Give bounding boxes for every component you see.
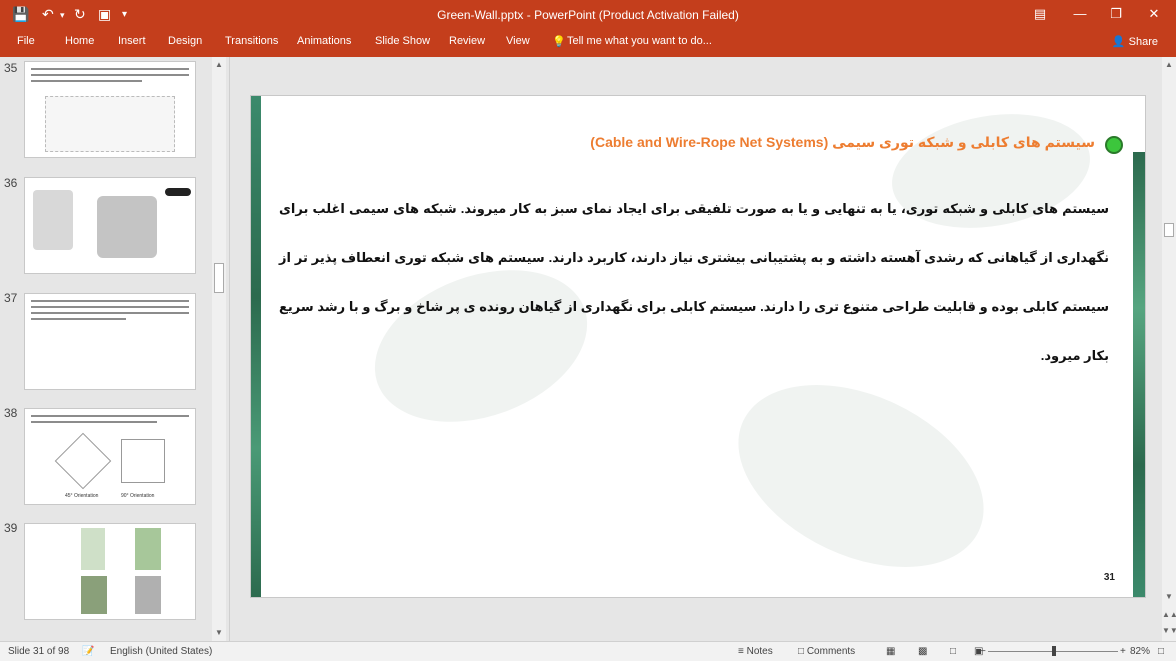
scroll-up-icon[interactable]: ▲: [1162, 59, 1176, 71]
maximize-icon[interactable]: ❐: [1106, 5, 1126, 23]
zoom-level[interactable]: 82%: [1130, 646, 1150, 657]
slide-editor[interactable]: سیستم های کابلی و شبکه توری سیمی (Cable …: [230, 57, 1162, 641]
scroll-down-icon[interactable]: ▼: [212, 627, 226, 639]
normal-view-icon[interactable]: ▦: [886, 646, 895, 657]
thumbnail-image: [135, 576, 161, 614]
thumbnail-number: 36: [4, 176, 18, 190]
thumbnail-image: [135, 528, 161, 570]
tab-insert[interactable]: Insert: [118, 35, 146, 47]
tab-view[interactable]: View: [506, 35, 530, 47]
thumbnail-number: 37: [4, 291, 18, 305]
fit-slide-icon[interactable]: □: [1158, 646, 1164, 657]
thumbnail-slide-38[interactable]: 45° Orientation 90° Orientation: [24, 408, 196, 505]
slide-number: 31: [1103, 572, 1115, 583]
tab-file[interactable]: File: [17, 35, 35, 47]
thumbnail-slide-37[interactable]: [24, 293, 196, 390]
comments-label: Comments: [806, 646, 856, 657]
notes-label: Notes: [746, 646, 773, 657]
scroll-up-icon[interactable]: ▲: [212, 59, 226, 71]
leaf-decoration-right: [1133, 152, 1145, 597]
editor-scrollbar[interactable]: ▲ ▼ ▲▲ ▼▼: [1162, 57, 1176, 641]
language-indicator[interactable]: English (United States): [110, 646, 212, 657]
thumbnail-text: [31, 68, 189, 86]
tab-review[interactable]: Review: [449, 35, 485, 47]
thumbnail-image: [97, 196, 157, 258]
lightbulb-icon: 💡: [552, 36, 566, 48]
zoom-in-icon[interactable]: +: [1120, 646, 1126, 657]
tell-me-box[interactable]: Tell me what you want to do...: [567, 35, 712, 47]
window-title: Green-Wall.pptx - PowerPoint (Product Ac…: [437, 8, 739, 22]
zoom-slider-knob[interactable]: [1052, 646, 1056, 656]
thumbnail-number: 39: [4, 521, 18, 535]
comments-button[interactable]: □ Comments: [798, 646, 855, 657]
leaf-decoration-left: [251, 96, 261, 597]
thumbnail-text: [31, 300, 189, 324]
thumbnail-number: 38: [4, 406, 18, 420]
tab-home[interactable]: Home: [65, 35, 94, 47]
thumbnail-image: [54, 432, 112, 490]
notes-icon: ≡: [738, 646, 747, 657]
thumbnail-label: 45° Orientation: [65, 493, 99, 499]
tab-slideshow[interactable]: Slide Show: [375, 35, 430, 47]
notes-button[interactable]: ≡ Notes: [738, 646, 773, 657]
slide-canvas[interactable]: سیستم های کابلی و شبکه توری سیمی (Cable …: [250, 95, 1146, 598]
zoom-out-icon[interactable]: −: [980, 646, 986, 657]
comment-icon: □: [798, 646, 807, 657]
thumbnail-text: [31, 415, 189, 427]
tab-transitions[interactable]: Transitions: [225, 35, 278, 47]
thumbnail-slide-35[interactable]: [24, 61, 196, 158]
thumbnail-image: [165, 188, 191, 196]
thumbnail-slide-39[interactable]: [24, 523, 196, 620]
background-leaf: [709, 348, 1013, 597]
ribbon-tabs: File Home Insert Design Transitions Anim…: [0, 30, 1176, 57]
slide-sorter-icon[interactable]: ▩: [918, 646, 927, 657]
share-button[interactable]: 👤 Share: [1112, 35, 1158, 48]
ribbon-display-icon[interactable]: ▤: [1030, 5, 1050, 23]
thumbnail-image: [45, 96, 175, 152]
thumbnail-number: 35: [4, 61, 18, 75]
green-bullet-icon: [1105, 136, 1123, 154]
slide-body-text[interactable]: سیستم های کابلی و شبکه توری، یا به تنهای…: [279, 184, 1109, 380]
tab-design[interactable]: Design: [168, 35, 202, 47]
reading-view-icon[interactable]: □: [950, 646, 956, 657]
slide-counter: Slide 31 of 98: [8, 646, 70, 657]
thumbnail-label: 90° Orientation: [121, 493, 155, 499]
scroll-down-icon[interactable]: ▼: [1162, 591, 1176, 603]
spellcheck-icon[interactable]: 📝: [82, 646, 94, 657]
thumbnail-image: [33, 190, 73, 250]
person-icon: 👤: [1111, 36, 1129, 48]
next-slide-icon[interactable]: ▼▼: [1162, 625, 1176, 637]
minimize-icon[interactable]: —: [1070, 5, 1090, 23]
thumbnail-panel[interactable]: 35 36 37 38 45° Orientation 90° Orientat…: [0, 57, 230, 641]
thumbnail-scrollbar[interactable]: ▲ ▼: [212, 57, 226, 641]
slide-heading[interactable]: سیستم های کابلی و شبکه توری سیمی (Cable …: [590, 134, 1095, 151]
thumbnail-slide-36[interactable]: [24, 177, 196, 274]
tab-animations[interactable]: Animations: [297, 35, 351, 47]
thumbnail-image: [81, 528, 105, 570]
thumbnail-image: [121, 439, 165, 483]
thumbnail-image: [81, 576, 107, 614]
thumbnail-scroll-thumb[interactable]: [214, 263, 224, 293]
share-label: Share: [1128, 36, 1158, 48]
status-bar: Slide 31 of 98 📝 English (United States)…: [0, 641, 1176, 661]
previous-slide-icon[interactable]: ▲▲: [1162, 609, 1176, 621]
editor-scroll-thumb[interactable]: [1164, 223, 1174, 237]
title-bar: 💾 ↶ ▾ ↻ ▣ ▾ Green-Wall.pptx - PowerPoint…: [0, 0, 1176, 30]
close-icon[interactable]: ✕: [1144, 5, 1164, 23]
